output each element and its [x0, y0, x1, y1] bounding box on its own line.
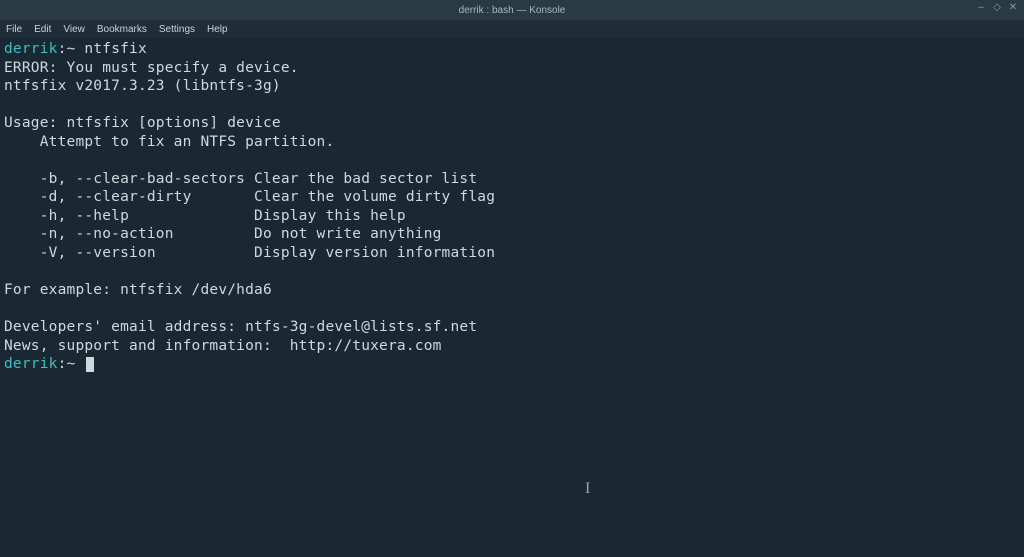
- prompt-sep: :: [58, 356, 67, 372]
- menu-bookmarks[interactable]: Bookmarks: [97, 24, 147, 35]
- close-icon[interactable]: ✕: [1008, 3, 1018, 13]
- terminal-area[interactable]: derrik:~ ntfsfix ERROR: You must specify…: [0, 38, 1024, 376]
- window-title: derrik : bash — Konsole: [459, 5, 566, 16]
- menu-settings[interactable]: Settings: [159, 24, 195, 35]
- prompt-user: derrik: [4, 41, 58, 57]
- output-line: Usage: ntfsfix [options] device: [4, 115, 281, 131]
- prompt-symbol: [75, 356, 84, 372]
- output-line: -d, --clear-dirty Clear the volume dirty…: [4, 189, 495, 205]
- output-line: Developers' email address: ntfs-3g-devel…: [4, 319, 477, 335]
- command-input: ntfsfix: [84, 41, 147, 57]
- menu-help[interactable]: Help: [207, 24, 228, 35]
- prompt-sep: :: [58, 41, 67, 57]
- output-line: -b, --clear-bad-sectors Clear the bad se…: [4, 171, 477, 187]
- output-line: -V, --version Display version informatio…: [4, 245, 495, 261]
- menu-file[interactable]: File: [6, 24, 22, 35]
- window-controls: ‒ ◇ ✕: [976, 3, 1018, 13]
- prompt-user: derrik: [4, 356, 58, 372]
- menu-view[interactable]: View: [63, 24, 85, 35]
- output-line: ntfsfix v2017.3.23 (libntfs-3g): [4, 78, 281, 94]
- output-line: -n, --no-action Do not write anything: [4, 226, 442, 242]
- minimize-icon[interactable]: ‒: [976, 3, 986, 13]
- mouse-text-cursor-icon: I: [585, 480, 590, 498]
- output-line: ERROR: You must specify a device.: [4, 60, 299, 76]
- terminal-cursor: [86, 357, 94, 372]
- output-line: News, support and information: http://tu…: [4, 338, 442, 354]
- menu-edit[interactable]: Edit: [34, 24, 51, 35]
- output-line: Attempt to fix an NTFS partition.: [4, 134, 334, 150]
- window-titlebar: derrik : bash — Konsole ‒ ◇ ✕: [0, 0, 1024, 20]
- menubar: File Edit View Bookmarks Settings Help: [0, 20, 1024, 38]
- output-line: -h, --help Display this help: [4, 208, 406, 224]
- output-line: For example: ntfsfix /dev/hda6: [4, 282, 272, 298]
- maximize-icon[interactable]: ◇: [992, 3, 1002, 13]
